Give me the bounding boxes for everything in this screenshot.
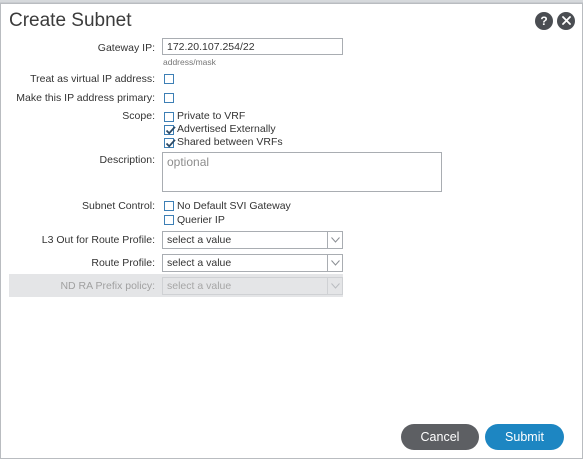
route-profile-value: select a value — [167, 257, 232, 269]
nd-ra-prefix-policy-label: ND RA Prefix policy: — [60, 280, 155, 292]
scope-label: Scope: — [122, 110, 155, 122]
checkmark-icon — [165, 139, 176, 148]
primary-ip-label: Make this IP address primary: — [16, 92, 155, 104]
no-default-svi-checkbox[interactable] — [164, 201, 174, 211]
l3out-route-profile-label: L3 Out for Route Profile: — [41, 234, 155, 246]
l3out-route-profile-select[interactable]: select a value — [162, 231, 343, 249]
scope-private-checkbox[interactable] — [164, 112, 174, 122]
close-button[interactable] — [557, 12, 575, 30]
description-textarea[interactable]: optional — [162, 152, 442, 192]
close-icon — [557, 16, 575, 25]
scope-private-label: Private to VRF — [177, 110, 246, 122]
subnet-control-label: Subnet Control: — [82, 200, 155, 212]
virtual-ip-checkbox[interactable] — [164, 74, 174, 84]
querier-ip-label: Querier IP — [177, 214, 225, 226]
scope-shared-label: Shared between VRFs — [177, 136, 283, 148]
scope-advertised-label: Advertised Externally — [177, 123, 276, 135]
gateway-ip-label: Gateway IP: — [97, 42, 155, 54]
nd-ra-prefix-policy-select: select a value — [162, 277, 343, 295]
chevron-down-icon — [327, 255, 342, 271]
nd-ra-prefix-policy-value: select a value — [167, 280, 232, 292]
virtual-ip-label: Treat as virtual IP address: — [30, 73, 155, 85]
cancel-button[interactable]: Cancel — [401, 424, 479, 450]
route-profile-select[interactable]: select a value — [162, 254, 343, 272]
gateway-ip-hint: address/mask — [163, 57, 216, 67]
create-subnet-dialog: Create Subnet ? Gateway IP: address/mask… — [0, 3, 583, 459]
chevron-down-icon — [327, 278, 342, 294]
dialog-title: Create Subnet — [9, 10, 132, 31]
primary-ip-checkbox[interactable] — [164, 93, 174, 103]
l3out-route-profile-value: select a value — [167, 234, 232, 246]
no-default-svi-label: No Default SVI Gateway — [177, 200, 291, 212]
chevron-down-icon — [327, 232, 342, 248]
querier-ip-checkbox[interactable] — [164, 215, 174, 225]
scope-advertised-checkbox[interactable] — [164, 125, 176, 135]
checkmark-icon — [165, 126, 176, 135]
question-icon: ? — [540, 14, 548, 28]
route-profile-label: Route Profile: — [91, 257, 155, 269]
scope-shared-checkbox[interactable] — [164, 138, 176, 148]
gateway-ip-input[interactable] — [162, 38, 343, 55]
submit-button[interactable]: Submit — [485, 424, 564, 450]
help-button[interactable]: ? — [535, 12, 553, 30]
description-label: Description: — [99, 154, 155, 166]
